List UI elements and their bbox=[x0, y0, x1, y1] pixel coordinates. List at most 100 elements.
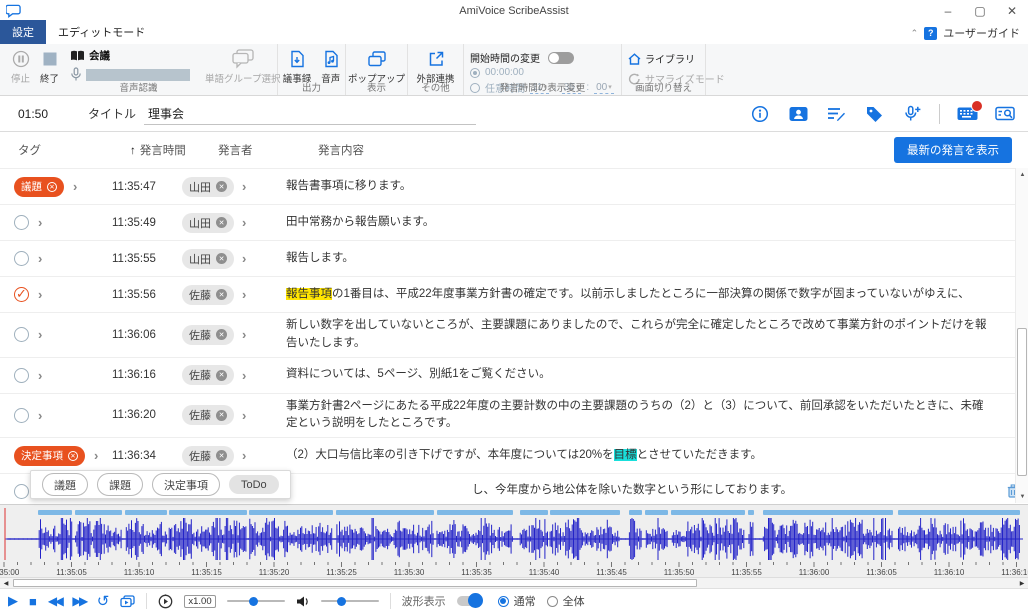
speaker-chevron[interactable]: › bbox=[242, 179, 246, 194]
tag-circle[interactable] bbox=[14, 408, 29, 423]
utterance-content[interactable]: 資料については、5ページ、別紙1をご覧ください。 bbox=[286, 362, 998, 388]
play-button[interactable]: ▶ bbox=[8, 593, 18, 609]
row-expand-chevron[interactable]: › bbox=[38, 287, 42, 302]
scroll-left-icon[interactable]: ◀ bbox=[0, 578, 12, 588]
tab-edit-mode[interactable]: エディットモード bbox=[46, 20, 157, 44]
remove-speaker-icon[interactable]: ✕ bbox=[216, 289, 227, 300]
keyboard-icon[interactable] bbox=[956, 104, 978, 124]
speaker-chevron[interactable]: › bbox=[242, 287, 246, 302]
speaker-pill[interactable]: 佐藤✕ bbox=[182, 285, 234, 305]
header-tag[interactable]: タグ bbox=[18, 142, 130, 158]
slider-handle[interactable] bbox=[249, 597, 258, 606]
library-button[interactable]: ライブラリ bbox=[628, 51, 725, 66]
edit-list-icon[interactable] bbox=[825, 104, 847, 124]
tag-option[interactable]: 議題 bbox=[42, 473, 88, 496]
utterance-content[interactable]: し、今年度から地公体を除いた数字という形にしております。 bbox=[286, 478, 998, 504]
speed-slider[interactable] bbox=[227, 600, 285, 602]
speaker-card-icon[interactable] bbox=[787, 104, 809, 124]
remove-speaker-icon[interactable]: ✕ bbox=[216, 410, 227, 421]
scroll-right-icon[interactable]: ▶ bbox=[1016, 578, 1028, 588]
minimize-icon[interactable]: – bbox=[932, 0, 964, 22]
tag-circle[interactable] bbox=[14, 484, 29, 499]
utterance-content[interactable]: 報告します。 bbox=[286, 246, 998, 272]
volume-slider[interactable] bbox=[321, 600, 379, 602]
speaker-chevron[interactable]: › bbox=[242, 448, 246, 463]
row-expand-chevron[interactable]: › bbox=[38, 251, 42, 266]
table-row[interactable]: 決定事項✕›11:36:34佐藤✕›（2）大口与信比率の引き下げですが、本年度に… bbox=[0, 437, 1028, 473]
row-expand-chevron[interactable]: › bbox=[94, 448, 98, 463]
tag-circle[interactable] bbox=[14, 215, 29, 230]
rewind-button[interactable]: ◀◀ bbox=[48, 594, 61, 608]
table-scrollbar[interactable]: ▲ ▼ bbox=[1015, 168, 1028, 503]
remove-speaker-icon[interactable]: ✕ bbox=[216, 450, 227, 461]
header-speaker[interactable]: 発言者 bbox=[218, 142, 318, 158]
row-expand-chevron[interactable]: › bbox=[38, 215, 42, 230]
speaker-chevron[interactable]: › bbox=[242, 327, 246, 342]
maximize-icon[interactable]: ▢ bbox=[964, 0, 996, 22]
waveform-chart[interactable]: 11:35:0011:35:0511:35:1011:35:1511:35:20… bbox=[0, 505, 1028, 577]
tag-check-circle[interactable]: ✓ bbox=[14, 287, 29, 302]
scroll-down-icon[interactable]: ▼ bbox=[1016, 490, 1028, 503]
help-icon[interactable]: ? bbox=[924, 27, 937, 40]
waveform-scrollbar-thumb[interactable] bbox=[13, 579, 697, 587]
waveform-toggle[interactable] bbox=[457, 596, 481, 606]
close-icon[interactable]: ✕ bbox=[996, 0, 1028, 22]
speaker-chevron[interactable]: › bbox=[242, 368, 246, 383]
search-icon[interactable] bbox=[994, 104, 1016, 124]
row-expand-chevron[interactable]: › bbox=[38, 408, 42, 423]
tab-settings[interactable]: 設定 bbox=[0, 20, 46, 44]
table-row[interactable]: ›11:36:16佐藤✕›資料については、5ページ、別紙1をご覧ください。 bbox=[0, 357, 1028, 393]
remove-tag-icon[interactable]: ✕ bbox=[68, 451, 78, 461]
speaker-pill[interactable]: 山田✕ bbox=[182, 213, 234, 233]
speaker-pill[interactable]: 佐藤✕ bbox=[182, 405, 234, 425]
speed-value[interactable]: x1.00 bbox=[184, 595, 215, 608]
header-content[interactable]: 発言内容 bbox=[318, 142, 848, 158]
tag-icon[interactable] bbox=[863, 104, 885, 124]
speaker-pill[interactable]: 佐藤✕ bbox=[182, 446, 234, 466]
utterance-content[interactable]: 報告事項の1番目は、平成22年度事業方針書の確定です。以前示しましたところに一部… bbox=[286, 282, 998, 308]
tag-option[interactable]: 課題 bbox=[97, 473, 143, 496]
speaker-pill[interactable]: 佐藤✕ bbox=[182, 325, 234, 345]
utterance-content[interactable]: 報告書事項に移ります。 bbox=[286, 174, 998, 200]
remove-tag-icon[interactable]: ✕ bbox=[47, 182, 57, 192]
fast-forward-button[interactable]: ▶▶ bbox=[72, 594, 85, 608]
remove-speaker-icon[interactable]: ✕ bbox=[216, 370, 227, 381]
remove-speaker-icon[interactable]: ✕ bbox=[216, 181, 227, 192]
remove-speaker-icon[interactable]: ✕ bbox=[216, 217, 227, 228]
table-row[interactable]: ›11:35:55山田✕›報告します。 bbox=[0, 240, 1028, 276]
tag-circle[interactable] bbox=[14, 368, 29, 383]
tag-circle[interactable] bbox=[14, 327, 29, 342]
table-row[interactable]: ✓›11:35:56佐藤✕›報告事項の1番目は、平成22年度事業方針書の確定です… bbox=[0, 276, 1028, 312]
replay-icon[interactable]: ↺ bbox=[97, 592, 110, 610]
start-time-toggle[interactable] bbox=[548, 52, 574, 64]
tag-circle[interactable] bbox=[14, 251, 29, 266]
waveform-panel[interactable]: 11:35:0011:35:0511:35:1011:35:1511:35:20… bbox=[0, 504, 1028, 588]
collapse-ribbon-icon[interactable]: ⌃ bbox=[911, 28, 919, 39]
show-latest-button[interactable]: 最新の発言を表示 bbox=[894, 137, 1012, 163]
speaker-chevron[interactable]: › bbox=[242, 408, 246, 423]
tag-option[interactable]: ToDo bbox=[229, 475, 279, 494]
stop-button-player[interactable]: ■ bbox=[29, 594, 37, 609]
add-voice-icon[interactable] bbox=[901, 104, 923, 124]
utterance-content[interactable]: 事業方針書2ページにあたる平成22年度の主要計数の中の主要課題のうちの（2）と（… bbox=[286, 394, 998, 438]
table-row[interactable]: ›11:35:49山田✕›田中常務から報告願います。 bbox=[0, 204, 1028, 240]
utterance-content[interactable]: 田中常務から報告願います。 bbox=[286, 210, 998, 236]
row-expand-chevron[interactable]: › bbox=[73, 179, 77, 194]
speaker-pill[interactable]: 佐藤✕ bbox=[182, 365, 234, 385]
whole-radio[interactable]: 全体 bbox=[547, 593, 585, 609]
remove-speaker-icon[interactable]: ✕ bbox=[216, 329, 227, 340]
header-time[interactable]: ↑発言時間 bbox=[130, 142, 218, 158]
tag-option[interactable]: 決定事項 bbox=[152, 473, 220, 496]
scrollbar-thumb[interactable] bbox=[1017, 328, 1027, 476]
fixed-time-radio[interactable]: 00:00:00 bbox=[470, 67, 614, 78]
table-row[interactable]: ›11:36:06佐藤✕›新しい数字を出していないところが、主要課題にありました… bbox=[0, 312, 1028, 357]
continuous-play-icon[interactable] bbox=[120, 595, 135, 608]
scroll-up-icon[interactable]: ▲ bbox=[1016, 168, 1028, 181]
tag-pill[interactable]: 決定事項✕ bbox=[14, 446, 85, 466]
tag-pill[interactable]: 議題✕ bbox=[14, 177, 64, 197]
row-expand-chevron[interactable]: › bbox=[38, 327, 42, 342]
utterance-content[interactable]: 新しい数字を出していないところが、主要課題にありましたので、これらが完全に確定し… bbox=[286, 313, 998, 357]
row-expand-chevron[interactable]: › bbox=[38, 368, 42, 383]
remove-speaker-icon[interactable]: ✕ bbox=[216, 253, 227, 264]
speaker-pill[interactable]: 山田✕ bbox=[182, 249, 234, 269]
